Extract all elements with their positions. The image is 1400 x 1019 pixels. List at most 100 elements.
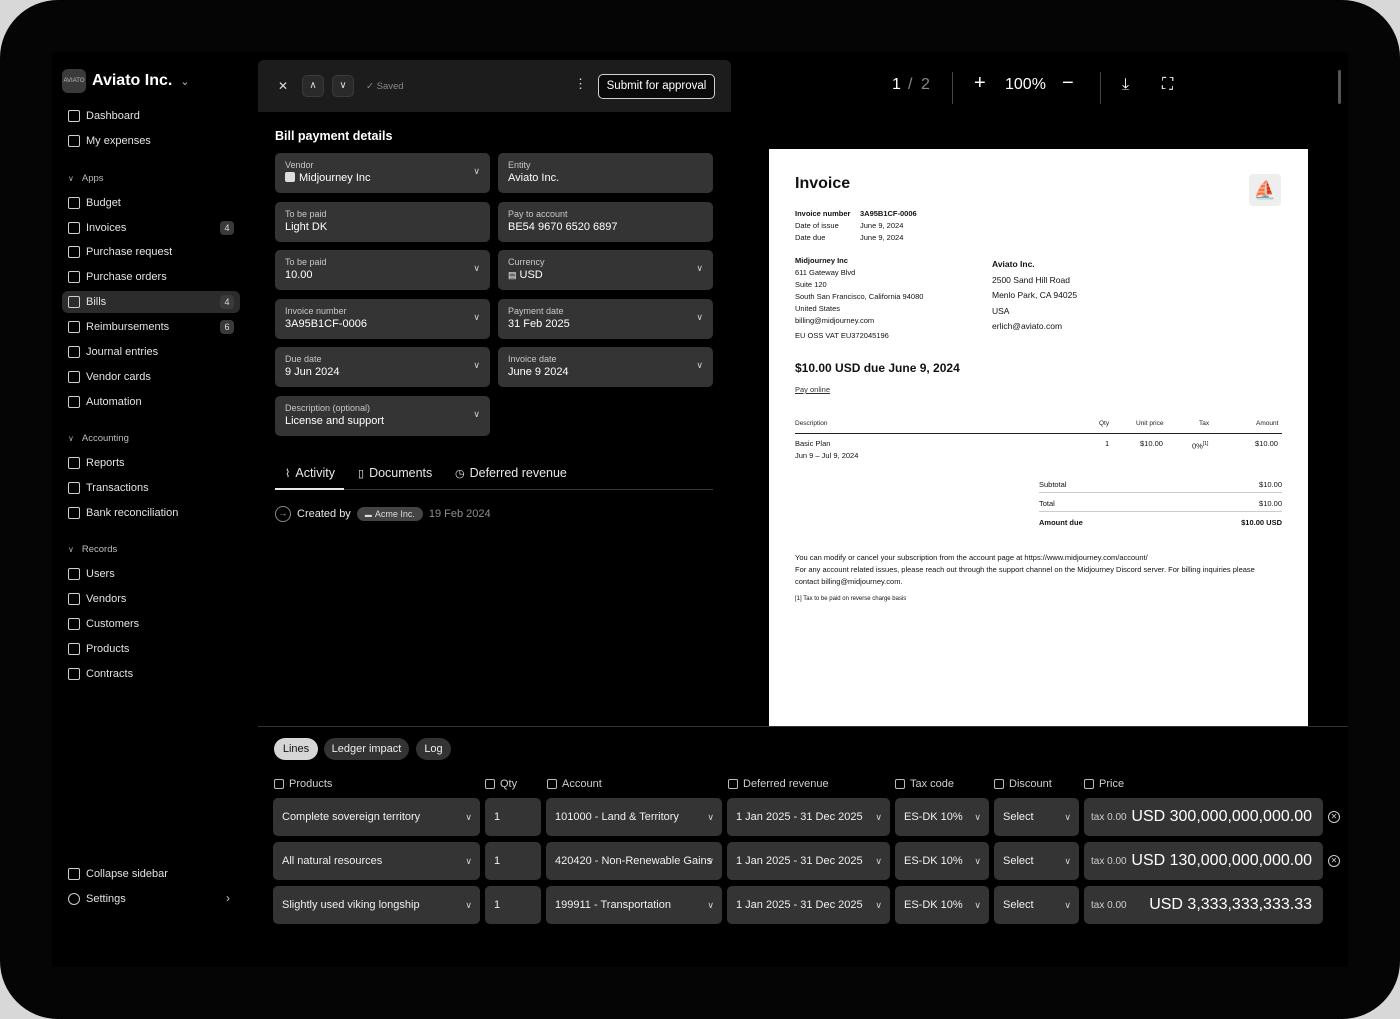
product-select[interactable]: Slightly used viking longship ∨ bbox=[273, 886, 480, 924]
sidebar-item-automation[interactable]: Automation bbox=[62, 391, 240, 413]
invoice-icon bbox=[68, 222, 80, 234]
swap-icon bbox=[68, 482, 80, 494]
discount-select[interactable]: Select ∨ bbox=[994, 798, 1079, 836]
tab-lines[interactable]: Lines bbox=[274, 738, 318, 760]
collapse-sidebar-button[interactable]: Collapse sidebar bbox=[62, 863, 240, 885]
sidebar-item-my-expenses[interactable]: My expenses bbox=[62, 130, 240, 152]
sidebar-item-bank-reconciliation[interactable]: Bank reconciliation bbox=[62, 502, 240, 524]
count-badge: 4 bbox=[220, 295, 234, 309]
section-records[interactable]: ∨ Records bbox=[68, 544, 117, 555]
workspace-switcher[interactable]: AVIATO Aviato Inc. ⌄ bbox=[62, 68, 190, 94]
tab-ledger-impact[interactable]: Ledger impact bbox=[324, 738, 409, 760]
sidebar-item-vendor-cards[interactable]: Vendor cards bbox=[62, 366, 240, 388]
deferred-revenue-select[interactable]: 1 Jan 2025 - 31 Dec 2025 ∨ bbox=[727, 886, 890, 924]
discount-select[interactable]: Select ∨ bbox=[994, 886, 1079, 924]
sidebar-item-contracts[interactable]: Contracts bbox=[62, 663, 240, 685]
zoom-out-icon[interactable]: − bbox=[1062, 72, 1074, 95]
sidebar-item-reports[interactable]: Reports bbox=[62, 452, 240, 474]
brand-logo: AVIATO bbox=[62, 69, 86, 93]
discount-select[interactable]: Select ∨ bbox=[994, 842, 1079, 880]
sidebar-item-purchase-request[interactable]: Purchase request bbox=[62, 241, 240, 263]
account-select[interactable]: 101000 - Land & Territory ∨ bbox=[546, 798, 722, 836]
invoice-date-select[interactable]: Invoice date June 9 2024 ∨ bbox=[498, 347, 713, 387]
tax-code-select[interactable]: ES-DK 10% ∨ bbox=[895, 798, 989, 836]
chevron-down-icon: ∨ bbox=[707, 812, 714, 822]
account-select[interactable]: 199911 - Transportation ∨ bbox=[546, 886, 722, 924]
more-options-icon[interactable]: ⋮ bbox=[574, 76, 587, 92]
submit-for-approval-button[interactable]: Submit for approval bbox=[598, 74, 715, 99]
previous-bill-button[interactable]: ∧ bbox=[302, 75, 324, 97]
entity-field[interactable]: Entity Aviato Inc. bbox=[498, 153, 713, 193]
invoice-number-select[interactable]: Invoice number 3A95B1CF-0006 ∨ bbox=[275, 299, 490, 339]
chevron-down-icon: ∨ bbox=[974, 812, 981, 822]
product-select[interactable]: All natural resources ∨ bbox=[273, 842, 480, 880]
to-be-paid-amount-select[interactable]: To be paid 10.00 ∨ bbox=[275, 250, 490, 290]
pay-online-link[interactable]: Pay online bbox=[795, 385, 830, 394]
invoice-to: Aviato Inc. 2500 Sand Hill Road Menlo Pa… bbox=[992, 259, 1078, 331]
git-pull-icon bbox=[68, 246, 80, 258]
sidebar-item-invoices[interactable]: Invoices 4 bbox=[62, 217, 240, 239]
payment-date-select[interactable]: Payment date 31 Feb 2025 ∨ bbox=[498, 299, 713, 339]
sidebar-item-users[interactable]: Users bbox=[62, 563, 240, 585]
chevron-down-icon: ∨ bbox=[1064, 812, 1071, 822]
wallet-icon bbox=[68, 135, 80, 147]
col-products: Products bbox=[274, 778, 332, 790]
sidebar-item-purchase-orders[interactable]: Purchase orders bbox=[62, 266, 240, 288]
chevron-down-icon: ∨ bbox=[707, 856, 714, 866]
tab-documents[interactable]: ▯ Documents bbox=[358, 466, 432, 490]
gear-icon bbox=[68, 893, 80, 905]
zoom-in-icon[interactable]: + bbox=[974, 72, 986, 95]
product-select[interactable]: Complete sovereign territory ∨ bbox=[273, 798, 480, 836]
download-icon[interactable]: ⤓ bbox=[1122, 76, 1129, 94]
divider bbox=[952, 72, 953, 104]
fast-forward-icon bbox=[68, 396, 80, 408]
chevron-down-icon: ∨ bbox=[696, 360, 703, 370]
section-apps[interactable]: ∨ Apps bbox=[68, 173, 104, 184]
qty-input[interactable]: 1 bbox=[485, 886, 541, 924]
scrollbar[interactable] bbox=[1338, 70, 1341, 104]
fullscreen-icon[interactable]: ⛶ bbox=[1162, 76, 1173, 94]
chevron-down-icon: ∨ bbox=[473, 263, 480, 273]
deferred-revenue-select[interactable]: 1 Jan 2025 - 31 Dec 2025 ∨ bbox=[727, 798, 890, 836]
saved-status: ✓ Saved bbox=[366, 81, 404, 92]
calendar-icon bbox=[485, 779, 495, 789]
section-accounting[interactable]: ∨ Accounting bbox=[68, 433, 129, 444]
tab-log[interactable]: Log bbox=[416, 738, 451, 760]
sidebar-item-bills[interactable]: Bills 4 bbox=[62, 291, 240, 313]
remove-line-icon[interactable]: ✕ bbox=[1328, 811, 1340, 823]
to-be-paid-account-field[interactable]: To be paid Light DK bbox=[275, 202, 490, 242]
account-select[interactable]: 420420 - Non-Renewable Gains ∨ bbox=[546, 842, 722, 880]
app-screen: AVIATO Aviato Inc. ⌄ Dashboard My expens… bbox=[52, 52, 1348, 967]
qty-input[interactable]: 1 bbox=[485, 798, 541, 836]
sidebar-item-settings[interactable]: Settings › bbox=[62, 888, 240, 910]
sidebar-item-journal-entries[interactable]: Journal entries bbox=[62, 341, 240, 363]
currency-select[interactable]: Currency ▤ USD ∨ bbox=[498, 250, 713, 290]
tax-code-select[interactable]: ES-DK 10% ∨ bbox=[895, 886, 989, 924]
tab-activity[interactable]: ⌇ Activity bbox=[275, 466, 344, 490]
sidebar-item-budget[interactable]: Budget bbox=[62, 192, 240, 214]
remove-line-icon[interactable]: ✕ bbox=[1328, 855, 1340, 867]
vendor-select[interactable]: Vendor Midjourney Inc ∨ bbox=[275, 153, 490, 193]
price-input[interactable]: tax 0.00 USD 3,333,333,333.33 bbox=[1084, 886, 1323, 924]
close-icon[interactable]: ✕ bbox=[272, 75, 294, 97]
next-bill-button[interactable]: ∨ bbox=[332, 75, 354, 97]
qty-input[interactable]: 1 bbox=[485, 842, 541, 880]
description-select[interactable]: Description (optional) License and suppor… bbox=[275, 396, 490, 436]
tab-deferred-revenue[interactable]: ◷ Deferred revenue bbox=[455, 466, 567, 490]
due-date-select[interactable]: Due date 9 Jun 2024 ∨ bbox=[275, 347, 490, 387]
price-input[interactable]: tax 0.00 USD 130,000,000,000.00 bbox=[1084, 842, 1323, 880]
sidebar-item-products[interactable]: Products bbox=[62, 638, 240, 660]
tax-code-select[interactable]: ES-DK 10% ∨ bbox=[895, 842, 989, 880]
sidebar-item-transactions[interactable]: Transactions bbox=[62, 477, 240, 499]
box-icon bbox=[274, 779, 284, 789]
price-input[interactable]: tax 0.00 USD 300,000,000,000.00 bbox=[1084, 798, 1323, 836]
sidebar-item-customers[interactable]: Customers bbox=[62, 613, 240, 635]
sidebar-item-dashboard[interactable]: Dashboard bbox=[62, 105, 240, 127]
book-icon bbox=[68, 507, 80, 519]
sidebar-item-reimbursements[interactable]: Reimbursements 6 bbox=[62, 316, 240, 338]
pay-to-account-field[interactable]: Pay to account BE54 9670 6520 6897 bbox=[498, 202, 713, 242]
deferred-revenue-select[interactable]: 1 Jan 2025 - 31 Dec 2025 ∨ bbox=[727, 842, 890, 880]
creator-chip[interactable]: ▬ Acme Inc. bbox=[356, 507, 423, 521]
deferred-icon: ◷ bbox=[455, 468, 465, 480]
sidebar-item-vendors[interactable]: Vendors bbox=[62, 588, 240, 610]
